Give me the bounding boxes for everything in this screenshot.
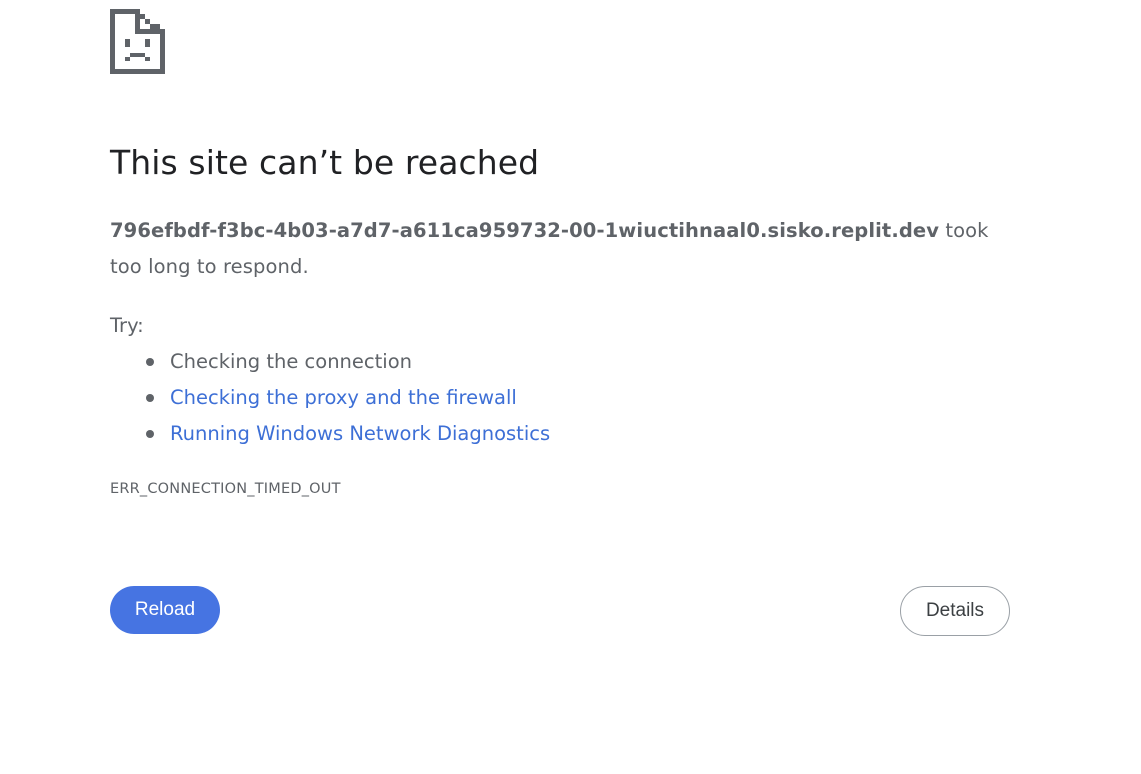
host-name: 796efbdf-f3bc-4b03-a7d7-a611ca959732-00-…: [110, 219, 940, 242]
list-item: Checking the proxy and the firewall: [110, 381, 550, 417]
suggestion-proxy-firewall-link[interactable]: Checking the proxy and the firewall: [170, 386, 517, 409]
bullet-icon: [146, 394, 154, 402]
reload-button[interactable]: Reload: [110, 586, 220, 634]
bullet-icon: [146, 358, 154, 366]
list-item: Running Windows Network Diagnostics: [110, 417, 550, 453]
suggestion-list: Checking the connection Checking the pro…: [110, 345, 550, 453]
error-code: ERR_CONNECTION_TIMED_OUT: [110, 481, 341, 497]
details-button[interactable]: Details: [900, 586, 1010, 636]
try-label: Try:: [110, 314, 144, 337]
page-title: This site can’t be reached: [110, 143, 540, 182]
list-item: Checking the connection: [110, 345, 550, 381]
error-summary: 796efbdf-f3bc-4b03-a7d7-a611ca959732-00-…: [110, 213, 1010, 285]
suggestion-check-connection: Checking the connection: [170, 350, 412, 373]
sad-page-icon: [110, 9, 165, 74]
bullet-icon: [146, 430, 154, 438]
suggestion-network-diagnostics-link[interactable]: Running Windows Network Diagnostics: [170, 422, 550, 445]
